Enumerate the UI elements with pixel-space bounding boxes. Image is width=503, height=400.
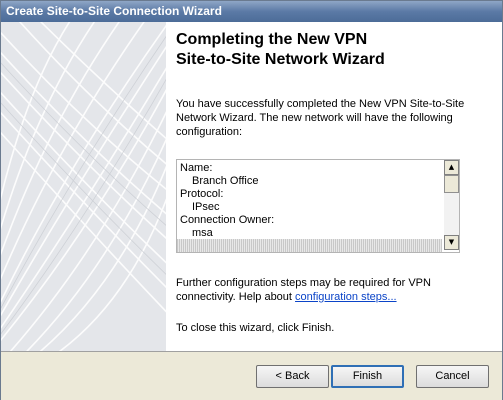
wizard-window: Create Site-to-Site Connection Wizard Co… [0, 0, 503, 400]
button-bar: < Back Finish Cancel [1, 351, 502, 400]
heading-line-2: Site-to-Site Network Wizard [176, 51, 385, 68]
scroll-thumb[interactable] [444, 175, 459, 193]
cancel-button[interactable]: Cancel [416, 365, 489, 388]
arrow-up-icon: ▲ [448, 163, 455, 171]
horizontal-scrollbar-track[interactable] [177, 239, 442, 252]
back-button[interactable]: < Back [256, 365, 329, 388]
window-title: Create Site-to-Site Connection Wizard [6, 4, 222, 18]
scroll-up-button[interactable]: ▲ [444, 160, 459, 175]
arrow-down-icon: ▼ [448, 238, 455, 246]
page-heading: Completing the New VPN Site-to-Site Netw… [176, 30, 476, 70]
summary-line: Connection Owner: [180, 214, 275, 226]
close-instruction-text: To close this wizard, click Finish. [176, 322, 335, 334]
summary-line: Branch Office [192, 175, 259, 187]
summary-line: IPsec [192, 201, 220, 213]
wizard-banner-graphic [1, 22, 166, 351]
summary-line: Name: [180, 162, 213, 174]
scroll-down-button[interactable]: ▼ [444, 235, 459, 250]
wizard-content: Completing the New VPN Site-to-Site Netw… [166, 22, 502, 351]
configuration-steps-link[interactable]: configuration steps... [295, 291, 397, 303]
summary-line: Protocol: [180, 188, 224, 200]
heading-line-1: Completing the New VPN [176, 31, 368, 48]
further-config-text: Further configuration steps may be requi… [176, 276, 486, 304]
curved-lines-graphic [1, 22, 166, 351]
configuration-summary-box[interactable]: Name: Branch Office Protocol: IPsec Connecti… [176, 159, 460, 253]
finish-button[interactable]: Finish [331, 365, 404, 388]
title-bar[interactable]: Create Site-to-Site Connection Wizard [1, 1, 502, 22]
vertical-scrollbar[interactable]: ▲ ▼ [444, 160, 459, 250]
summary-list: Name: Branch Office Protocol: IPsec Connecti… [180, 162, 442, 240]
intro-text: You have successfully completed the New … [176, 98, 465, 138]
